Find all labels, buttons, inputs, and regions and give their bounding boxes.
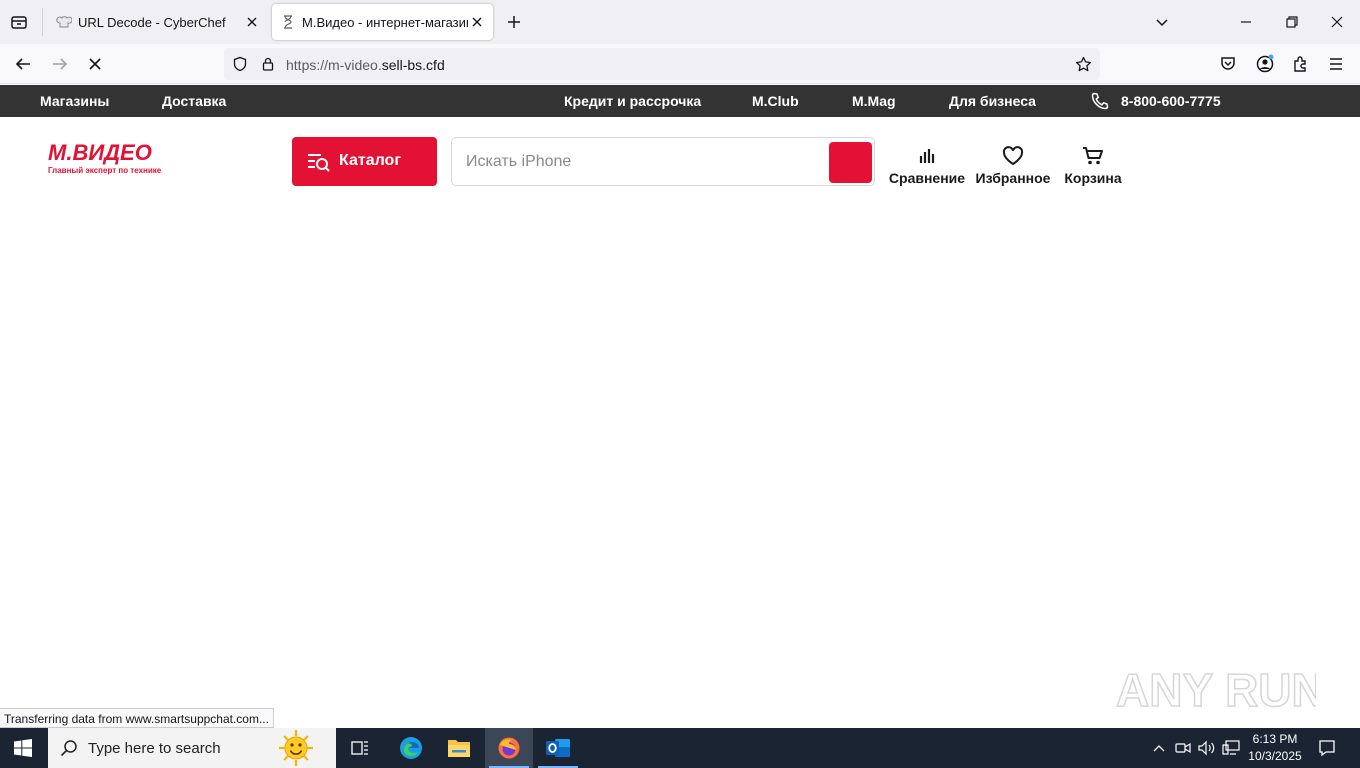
- volume-icon[interactable]: [1198, 740, 1216, 756]
- bookmark-star-icon[interactable]: [1075, 56, 1092, 73]
- nav-link-business[interactable]: Для бизнеса: [949, 93, 1036, 109]
- edge-browser-icon[interactable]: [387, 728, 435, 768]
- taskbar-search-label: Type here to search: [88, 740, 221, 757]
- account-icon[interactable]: [1255, 54, 1275, 74]
- anyrun-watermark-logo: ANY RUN: [1116, 656, 1316, 720]
- browser-navigation-bar: https://m-video.sell-bs.cfd: [0, 44, 1360, 84]
- tab-divider: [42, 8, 43, 36]
- close-tab-icon[interactable]: [244, 14, 260, 30]
- new-tab-icon[interactable]: [506, 14, 522, 30]
- nav-link-stores[interactable]: Магазины: [40, 93, 109, 109]
- tab-title: URL Decode - CyberChef: [78, 15, 226, 30]
- favorites-button[interactable]: Избранное: [974, 146, 1052, 190]
- taskbar-search-box[interactable]: Type here to search: [48, 728, 336, 768]
- browser-status-text: Transferring data from www.smartsuppchat…: [0, 708, 274, 728]
- meet-now-icon[interactable]: [1175, 740, 1191, 756]
- restore-icon[interactable]: [1284, 14, 1300, 30]
- site-top-bar: Магазины Доставка Кредит и рассрочка M.C…: [0, 85, 1360, 117]
- tab-list-icon[interactable]: [10, 13, 28, 31]
- catalog-menu-search-icon: [307, 151, 331, 173]
- minimize-icon[interactable]: [1238, 14, 1254, 30]
- browser-tab-strip: URL Decode - CyberChef М.Видео - интерне…: [0, 0, 1360, 44]
- pocket-icon[interactable]: [1219, 55, 1237, 73]
- close-window-icon[interactable]: [1329, 14, 1345, 30]
- url-text[interactable]: https://m-video.sell-bs.cfd: [286, 57, 445, 73]
- stop-loading-icon[interactable]: [86, 55, 104, 73]
- catalog-label: Каталог: [339, 152, 401, 169]
- compare-button[interactable]: Сравнение: [888, 146, 966, 190]
- nav-link-mclub[interactable]: M.Club: [752, 93, 799, 109]
- phone-number-link[interactable]: 8-800-600-7775: [1121, 93, 1221, 109]
- url-scheme: https://m-video.: [286, 57, 382, 73]
- clock-date: 10/3/2025: [1248, 749, 1302, 763]
- compare-label: Сравнение: [888, 170, 966, 186]
- mvideo-logo[interactable]: М.ВИДЕО Главный эксперт по технике: [48, 140, 168, 176]
- clock-time: 6:13 PM: [1252, 732, 1298, 746]
- nav-link-mmag[interactable]: M.Mag: [852, 93, 896, 109]
- task-view-icon[interactable]: [336, 728, 384, 768]
- close-tab-icon[interactable]: [469, 14, 485, 30]
- nav-link-delivery[interactable]: Доставка: [162, 93, 226, 109]
- windows-start-icon[interactable]: [14, 739, 32, 757]
- taskbar-clock[interactable]: 6:13 PM 10/3/2025: [1246, 731, 1304, 765]
- extensions-icon[interactable]: [1291, 55, 1309, 73]
- sun-smiley-icon: [270, 729, 322, 767]
- show-hidden-icons-chevron-icon[interactable]: [1152, 741, 1166, 755]
- hamburger-menu-icon[interactable]: [1327, 55, 1345, 73]
- cart-button[interactable]: Корзина: [1062, 146, 1124, 190]
- svg-text:Главный эксперт по технике: Главный эксперт по технике: [48, 166, 162, 175]
- shield-icon[interactable]: [232, 56, 248, 72]
- phone-icon: [1090, 91, 1110, 111]
- cart-label: Корзина: [1064, 170, 1122, 186]
- hourglass-loading-icon: [280, 14, 296, 30]
- heart-icon: [1002, 146, 1024, 166]
- search-box: [451, 137, 875, 186]
- chef-hat-icon: [56, 14, 72, 30]
- address-bar[interactable]: https://m-video.sell-bs.cfd: [224, 48, 1100, 80]
- file-explorer-icon[interactable]: [435, 728, 483, 768]
- tab-title: М.Видео - интернет-магазин ц: [302, 15, 468, 30]
- tab-cyberchef[interactable]: URL Decode - CyberChef: [48, 4, 268, 40]
- forward-arrow-icon[interactable]: [51, 55, 69, 73]
- back-arrow-icon[interactable]: [14, 55, 32, 73]
- network-icon[interactable]: [1222, 740, 1240, 756]
- lock-icon[interactable]: [260, 56, 276, 72]
- outlook-icon[interactable]: [534, 728, 582, 768]
- search-submit-button[interactable]: [829, 142, 872, 183]
- cart-icon: [1083, 147, 1103, 165]
- nav-link-credit[interactable]: Кредит и рассрочка: [564, 93, 701, 109]
- url-domain: sell-bs.cfd: [381, 57, 445, 73]
- firefox-taskbar-icon[interactable]: [485, 728, 533, 768]
- search-input[interactable]: [466, 150, 826, 174]
- catalog-button[interactable]: Каталог: [292, 137, 437, 186]
- windows-taskbar: Type here to search 6:13 PM 10/3/2025: [0, 728, 1360, 768]
- chevron-down-icon[interactable]: [1154, 14, 1170, 30]
- svg-text:ANY RUN: ANY RUN: [1116, 664, 1316, 716]
- notifications-icon[interactable]: [1318, 739, 1336, 757]
- favorites-label: Избранное: [975, 170, 1051, 186]
- bar-chart-icon: [919, 149, 935, 163]
- tab-mvideo[interactable]: М.Видео - интернет-магазин ц: [272, 4, 493, 40]
- search-icon: [60, 739, 78, 757]
- svg-text:М.ВИДЕО: М.ВИДЕО: [48, 140, 152, 165]
